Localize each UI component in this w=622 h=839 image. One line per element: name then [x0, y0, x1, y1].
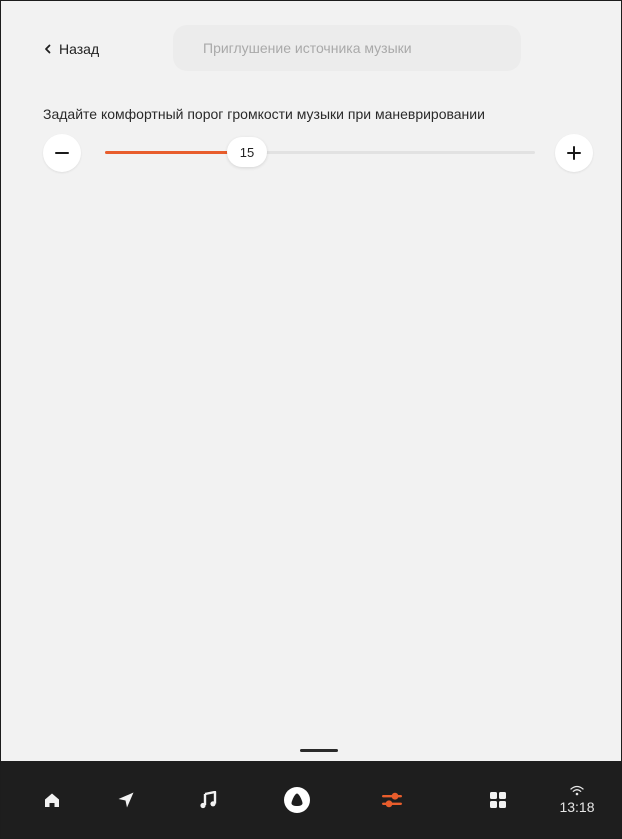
music-note-icon — [200, 790, 217, 808]
wifi-icon — [570, 785, 584, 796]
setting-description: Задайте комфортный порог громкости музык… — [43, 106, 485, 122]
nav-navigation-button[interactable] — [101, 761, 151, 838]
nav-settings-button[interactable] — [367, 761, 417, 838]
decrease-button[interactable] — [43, 134, 81, 172]
nav-apps-button[interactable] — [473, 761, 523, 838]
alice-assistant-icon — [284, 786, 310, 813]
plus-icon — [567, 146, 581, 160]
status-clock: 13:18 — [559, 799, 595, 815]
slider-thumb[interactable]: 15 — [227, 137, 267, 167]
home-indicator[interactable] — [300, 749, 338, 752]
volume-slider[interactable]: 15 — [105, 137, 535, 167]
apps-grid-icon — [490, 791, 506, 808]
chevron-left-icon — [43, 44, 53, 54]
page-title: Приглушение источника музыки — [173, 25, 521, 71]
navigation-arrow-icon — [118, 792, 134, 807]
slider-value: 15 — [239, 144, 255, 160]
bottom-navigation-bar: 13:18 — [1, 761, 621, 838]
slider-fill — [105, 151, 247, 154]
nav-home-button[interactable] — [27, 761, 77, 838]
status-area: 13:18 — [547, 785, 607, 815]
increase-button[interactable] — [555, 134, 593, 172]
nav-alice-button[interactable] — [272, 761, 322, 838]
screen: Назад Приглушение источника музыки Задай… — [0, 0, 622, 839]
back-button[interactable]: Назад — [43, 39, 99, 59]
page-title-text: Приглушение источника музыки — [203, 40, 412, 56]
nav-music-button[interactable] — [183, 761, 233, 838]
home-icon — [45, 793, 59, 807]
minus-icon — [55, 152, 69, 154]
back-label: Назад — [59, 41, 100, 57]
sliders-icon — [382, 792, 402, 807]
